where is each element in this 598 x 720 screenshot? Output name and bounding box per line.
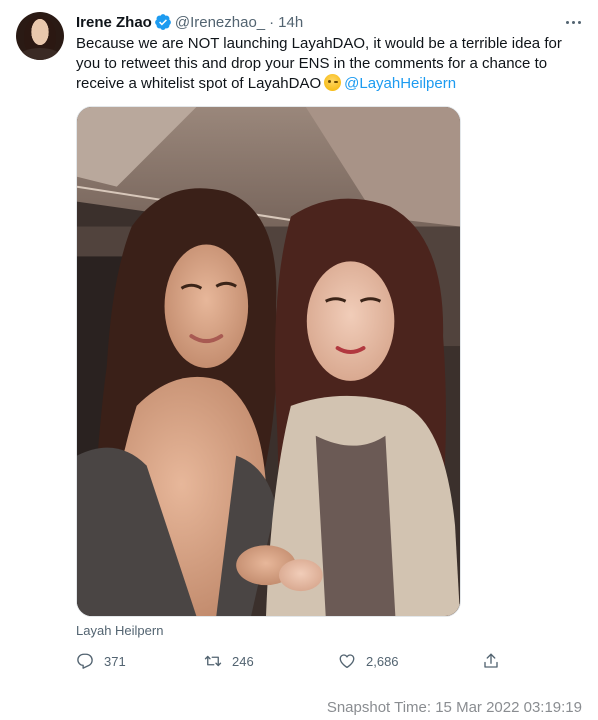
- tweet-text-line-2: you to retweet this and drop your ENS in…: [76, 55, 548, 72]
- more-options-icon[interactable]: [562, 12, 584, 32]
- tweet-photo[interactable]: [76, 106, 461, 617]
- tweet-header: Irene Zhao @Irenezhao_ · 14h: [76, 12, 303, 32]
- winking-face-emoji: [324, 74, 342, 91]
- like-button[interactable]: 2,686: [338, 650, 399, 672]
- tweet-text: Because we are NOT launching LayahDAO, i…: [76, 34, 576, 94]
- author-name[interactable]: Irene Zhao: [76, 14, 152, 31]
- share-button[interactable]: [482, 650, 510, 672]
- tweet-text-line-1: Because we are NOT launching LayahDAO, i…: [76, 35, 562, 52]
- separator-dot: ·: [269, 13, 275, 31]
- heart-icon: [339, 654, 355, 669]
- tweet: Irene Zhao @Irenezhao_ · 14h Because we …: [0, 0, 598, 690]
- verified-badge-icon: [154, 13, 172, 31]
- author-handle[interactable]: @Irenezhao_: [175, 14, 265, 31]
- share-icon: [484, 653, 498, 668]
- tweet-time[interactable]: 14h: [278, 14, 303, 31]
- reply-button[interactable]: 371: [76, 650, 126, 672]
- avatar-shoulders: [18, 48, 62, 60]
- retweet-button[interactable]: 246: [204, 650, 254, 672]
- tweet-text-line-3-text: receive a whitelist spot of LayahDAO: [76, 75, 322, 92]
- action-bar: 371 246 2,686: [76, 650, 516, 672]
- photo-illustration: [77, 107, 460, 616]
- like-count: 2,686: [366, 653, 399, 669]
- mention-link[interactable]: @LayahHeilpern: [344, 75, 456, 92]
- snapshot-time: Snapshot Time: 15 Mar 2022 03:19:19: [326, 699, 582, 716]
- retweet-count: 246: [232, 653, 254, 669]
- retweet-icon: [204, 655, 222, 667]
- reply-count: 371: [104, 653, 126, 669]
- media-caption[interactable]: Layah Heilpern: [76, 623, 163, 638]
- tweet-text-line-3: receive a whitelist spot of LayahDAO @Lay…: [76, 74, 576, 94]
- avatar[interactable]: [16, 12, 64, 60]
- reply-icon: [77, 653, 93, 669]
